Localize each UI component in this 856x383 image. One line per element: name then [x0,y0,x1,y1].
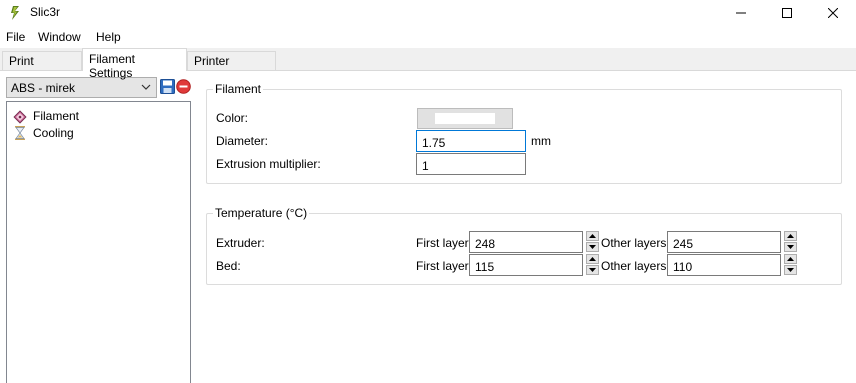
tab-filament-settings[interactable]: Filament Settings [82,48,187,80]
spin-down-button[interactable] [784,242,797,252]
delete-preset-icon[interactable] [176,79,191,94]
color-swatch-fill [435,113,495,124]
spin-up-button[interactable] [586,254,599,264]
extruder-label: Extruder: [216,236,265,250]
spool-icon [13,109,27,124]
extruder-other-layers-spinner[interactable] [784,231,797,253]
arrow-down-icon [787,245,794,249]
bed-first-layer-input[interactable] [469,254,583,276]
tab-strip: Print Settings Filament Settings Printer… [0,48,856,82]
bed-other-layers-input[interactable] [667,254,781,276]
arrow-up-icon [787,234,794,238]
filament-group-title: Filament [213,82,264,96]
temperature-group-title: Temperature (°C) [213,206,310,220]
arrow-down-icon [589,245,596,249]
minimize-button[interactable] [718,0,764,26]
extrusion-multiplier-input[interactable] [416,153,526,175]
bed-first-layer-spinner[interactable] [586,254,599,276]
bed-first-layer-label: First layer: [416,259,473,273]
extruder-other-layers-label: Other layers: [601,236,670,250]
extruder-other-layers-input[interactable] [667,231,781,253]
menu-bar: File Window Help [0,26,856,48]
extruder-first-layer-input[interactable] [469,231,583,253]
tab-print-settings[interactable]: Print Settings [2,51,82,82]
hourglass-icon [15,125,25,140]
color-picker-button[interactable] [417,108,513,129]
spin-down-button[interactable] [586,265,599,275]
arrow-up-icon [589,257,596,261]
tree-item-filament[interactable]: Filament [12,107,81,124]
chevron-down-icon [141,84,151,90]
diameter-label: Diameter: [216,134,269,148]
spin-down-button[interactable] [586,242,599,252]
spin-up-button[interactable] [586,231,599,241]
tree-item-label: Cooling [33,125,74,140]
close-button[interactable] [810,0,856,26]
menu-help[interactable]: Help [96,30,121,44]
arrow-up-icon [787,257,794,261]
tab-printer-settings[interactable]: Printer Settings [187,51,276,82]
arrow-down-icon [589,268,596,272]
maximize-icon [782,8,792,18]
spin-up-button[interactable] [784,231,797,241]
minimize-icon [736,12,746,14]
tab-label: Filament Settings [89,52,136,80]
diameter-unit: mm [531,134,551,148]
bed-other-layers-label: Other layers: [601,259,670,273]
menu-window[interactable]: Window [38,30,81,44]
extruder-first-layer-spinner[interactable] [586,231,599,253]
maximize-button[interactable] [764,0,810,26]
close-icon [828,8,838,18]
title-bar: Slic3r [0,0,856,26]
arrow-up-icon [589,234,596,238]
arrow-down-icon [787,268,794,272]
extruder-first-layer-label: First layer: [416,236,473,250]
window-title: Slic3r [30,5,61,19]
preset-select-value: ABS - mirek [11,81,76,95]
preset-select[interactable]: ABS - mirek [6,77,157,98]
bed-label: Bed: [216,259,241,273]
extrusion-multiplier-label: Extrusion multiplier: [216,157,321,171]
bed-other-layers-spinner[interactable] [784,254,797,276]
spin-up-button[interactable] [784,254,797,264]
slic3r-logo-icon [11,6,19,20]
tree-item-cooling[interactable]: Cooling [12,124,75,141]
menu-file[interactable]: File [6,30,25,44]
save-preset-icon[interactable] [160,79,175,94]
diameter-input[interactable] [416,130,526,152]
spin-down-button[interactable] [784,265,797,275]
color-label: Color: [216,111,249,125]
tree-item-label: Filament [32,108,81,123]
page-tree: Filament Cooling [6,101,191,383]
